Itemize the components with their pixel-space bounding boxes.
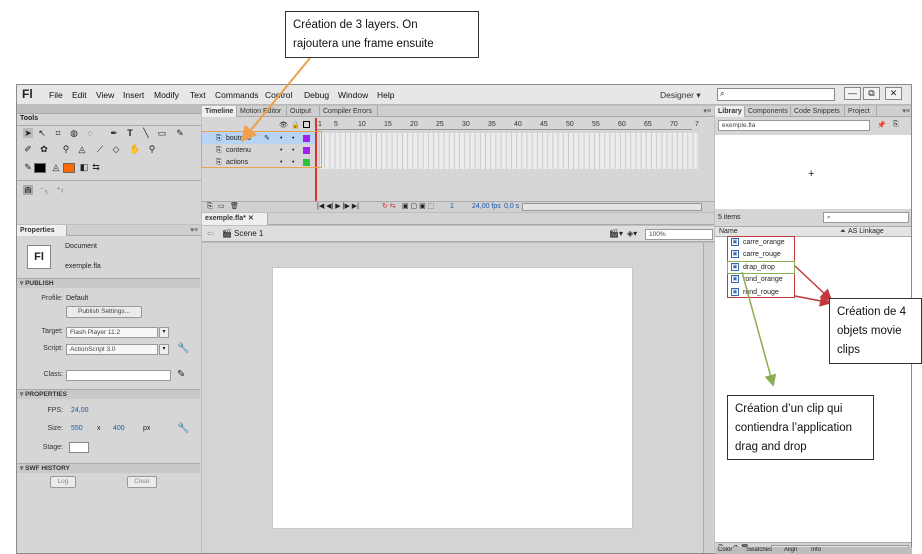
- callout-movieclips: Création de 4 objets movie clips: [829, 298, 922, 364]
- movieclips-arrow-bottom: [794, 294, 832, 307]
- movieclips-arrow-top: [794, 265, 833, 302]
- callout-line: drag and drop: [735, 441, 807, 453]
- callout-line: Création de 4: [837, 306, 907, 318]
- callout-line: Création de 3 layers. On: [293, 19, 418, 31]
- annotation-arrows: [240, 57, 833, 387]
- dragdrop-arrow: [741, 271, 777, 387]
- layers-arrow: [240, 57, 311, 143]
- callout-line: clips: [837, 344, 861, 356]
- callout-layers: Création de 3 layers. On rajoutera une f…: [285, 11, 479, 58]
- callout-dragdrop: Création d’un clip qui contiendra l’appl…: [727, 395, 874, 460]
- callout-line: Création d’un clip qui: [735, 403, 843, 415]
- callout-line: rajoutera une frame ensuite: [293, 38, 434, 50]
- callout-line: contiendra l’application: [735, 422, 852, 434]
- callout-line: objets movie: [837, 325, 902, 337]
